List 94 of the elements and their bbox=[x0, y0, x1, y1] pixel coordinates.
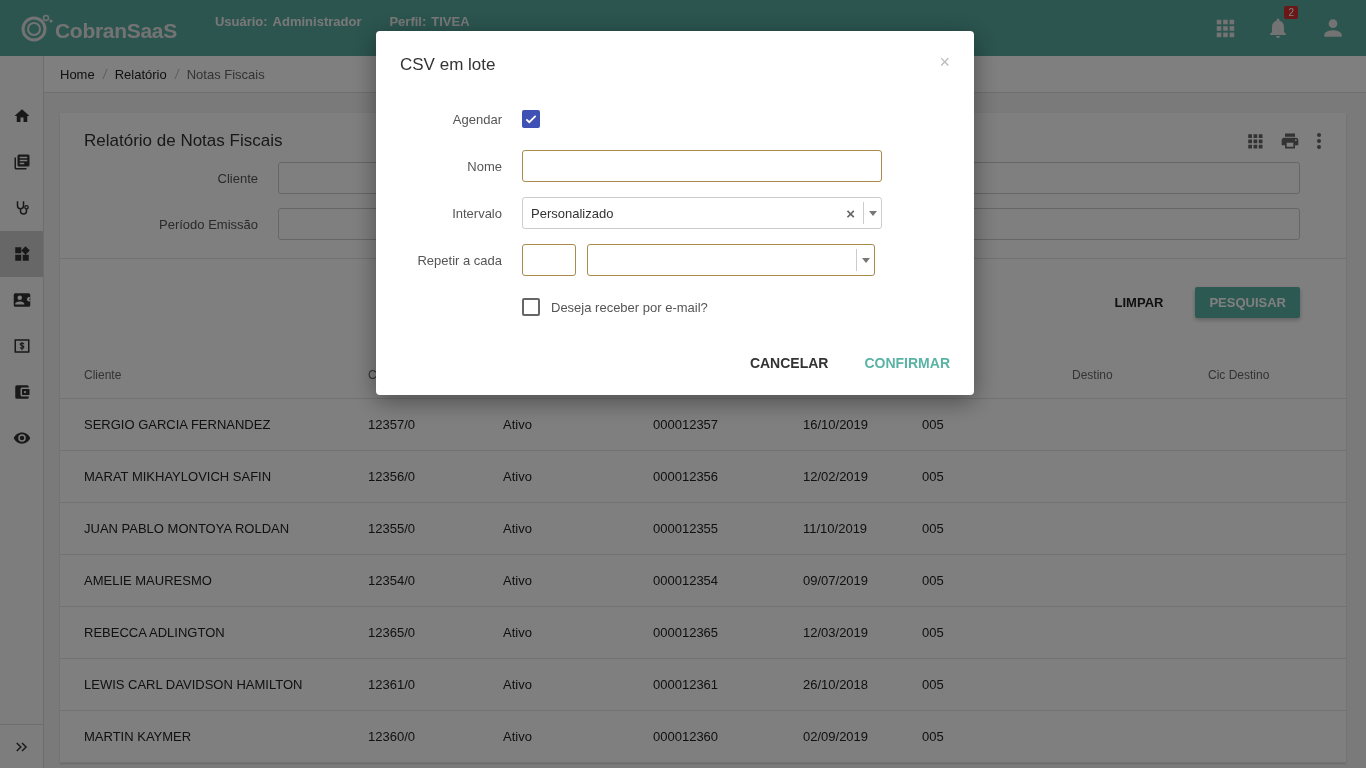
column-header: Destino bbox=[1072, 367, 1114, 382]
more-button[interactable] bbox=[1316, 132, 1322, 150]
table-cell-text: 09/07/2019 bbox=[803, 573, 870, 588]
name-field[interactable] bbox=[522, 150, 882, 182]
user-label: Usuário: bbox=[214, 14, 268, 29]
contact-card-icon bbox=[12, 291, 31, 309]
home-icon bbox=[12, 107, 31, 125]
caret-down-icon bbox=[868, 210, 877, 216]
apps-button[interactable] bbox=[1214, 17, 1236, 39]
breadcrumb-separator bbox=[173, 68, 180, 80]
user-name: Administrador bbox=[272, 14, 362, 29]
table-cell-text: 005 bbox=[922, 573, 945, 588]
column-header: Cic Destino bbox=[1208, 367, 1271, 382]
wallet-icon bbox=[12, 383, 31, 401]
caret-down-icon bbox=[861, 257, 870, 263]
table-cell-text: 12361/0 bbox=[368, 677, 416, 692]
table-cell-text: Ativo bbox=[503, 521, 533, 536]
field-label: Agendar bbox=[451, 111, 503, 127]
table-cell-text: 12360/0 bbox=[368, 729, 416, 744]
profile-label: Perfil: bbox=[389, 14, 427, 29]
checkbox[interactable] bbox=[522, 110, 540, 128]
field-label: Nome bbox=[466, 158, 503, 174]
print-button[interactable] bbox=[1280, 131, 1300, 151]
report-title: Relatório de Notas Fiscais bbox=[84, 131, 284, 151]
table-cell-text: 000012354 bbox=[653, 573, 720, 588]
double-chevron-icon bbox=[14, 739, 29, 754]
table-cell-text: 000012357 bbox=[653, 417, 720, 432]
breadcrumb-separator bbox=[101, 68, 108, 80]
repeat-count-field[interactable] bbox=[522, 244, 576, 276]
table-cell-text: 000012356 bbox=[653, 469, 720, 484]
table-cell-text: 005 bbox=[922, 625, 945, 640]
filter-label: Cliente bbox=[216, 170, 259, 186]
table-cell-text: REBECCA ADLINGTON bbox=[84, 625, 226, 640]
table-cell-text: SERGIO GARCIA FERNANDEZ bbox=[84, 417, 272, 432]
table-cell-text: 12357/0 bbox=[368, 417, 416, 432]
table-cell-text: 12/03/2019 bbox=[803, 625, 870, 640]
table-cell-text: Ativo bbox=[503, 625, 533, 640]
table-cell-text: 26/10/2018 bbox=[803, 677, 870, 692]
table-cell-text: 02/09/2019 bbox=[803, 729, 870, 744]
table-cell-text: Ativo bbox=[503, 417, 533, 432]
apps-grid-icon bbox=[1214, 17, 1236, 39]
breadcrumb-link[interactable]: Relatório bbox=[114, 66, 167, 82]
table-cell-text: Ativo bbox=[503, 677, 533, 692]
table-cell-text: 005 bbox=[922, 729, 945, 744]
table-cell-text: 16/10/2019 bbox=[803, 417, 870, 432]
table-cell-text: 12355/0 bbox=[368, 521, 416, 536]
columns-button[interactable] bbox=[1246, 132, 1264, 150]
table-cell-text: 000012355 bbox=[653, 521, 720, 536]
repeat-unit-select[interactable] bbox=[587, 244, 875, 276]
table-cell-text: MARAT MIKHAYLOVICH SAFIN bbox=[84, 469, 273, 484]
column-header: Cliente bbox=[84, 367, 123, 382]
table-cell-text: Ativo bbox=[503, 729, 533, 744]
dialog-title: CSV em lote bbox=[400, 55, 496, 75]
table-cell-text: 005 bbox=[922, 677, 945, 692]
table-cell-text: 000012360 bbox=[653, 729, 720, 744]
checkbox-label: Deseja receber por e-mail? bbox=[551, 299, 708, 315]
checkbox[interactable] bbox=[522, 298, 540, 316]
notification-count: 2 bbox=[1284, 6, 1298, 19]
table-cell-text: 000012361 bbox=[653, 677, 720, 692]
table-cell-text: Ativo bbox=[503, 469, 533, 484]
more-vertical-icon bbox=[1316, 132, 1322, 150]
table-cell-text: 000012365 bbox=[653, 625, 720, 640]
eye-icon bbox=[12, 429, 31, 447]
documents-icon bbox=[12, 153, 31, 171]
table-cell-text: 12356/0 bbox=[368, 469, 416, 484]
table-cell-text: 11/10/2019 bbox=[803, 521, 869, 536]
table-cell-text: JUAN PABLO MONTOYA ROLDAN bbox=[84, 521, 291, 536]
table-cell-text: 12354/0 bbox=[368, 573, 416, 588]
breadcrumb-current: Notas Fiscais bbox=[186, 66, 265, 82]
table-cell-text: MARTIN KAYMER bbox=[84, 729, 193, 744]
confirm-button[interactable]: CONFIRMAR bbox=[864, 355, 950, 371]
clear-button[interactable]: LIMPAR bbox=[1100, 286, 1178, 318]
profile-name: TIVEA bbox=[431, 14, 470, 29]
grid-icon bbox=[1246, 132, 1264, 150]
logo-icon bbox=[20, 13, 54, 43]
filter-label: Período Emissão bbox=[158, 216, 259, 232]
table-cell-text: 12/02/2019 bbox=[803, 469, 870, 484]
table-cell-text: 005 bbox=[922, 417, 945, 432]
table-cell-text: AMELIE MAURESMO bbox=[84, 573, 213, 588]
banknote-icon bbox=[12, 337, 31, 355]
cancel-button[interactable]: CANCELAR bbox=[749, 355, 829, 371]
table-cell-text: 12365/0 bbox=[368, 625, 416, 640]
printer-icon bbox=[1280, 131, 1300, 151]
field-label: Intervalo bbox=[451, 205, 503, 221]
widgets-icon bbox=[12, 245, 31, 263]
sidebar-item[interactable] bbox=[0, 231, 43, 277]
table-cell-text: 005 bbox=[922, 521, 945, 536]
breadcrumb-link[interactable]: Home bbox=[60, 66, 95, 82]
table-cell-text: Ativo bbox=[503, 573, 533, 588]
field-label: Repetir a cada bbox=[416, 252, 503, 268]
column-header: C bbox=[368, 367, 378, 382]
table-cell-text: LEWIS CARL DAVIDSON HAMILTON bbox=[84, 677, 304, 692]
interval-select[interactable]: Personalizado × bbox=[522, 197, 882, 229]
table-cell-text: 005 bbox=[922, 469, 945, 484]
